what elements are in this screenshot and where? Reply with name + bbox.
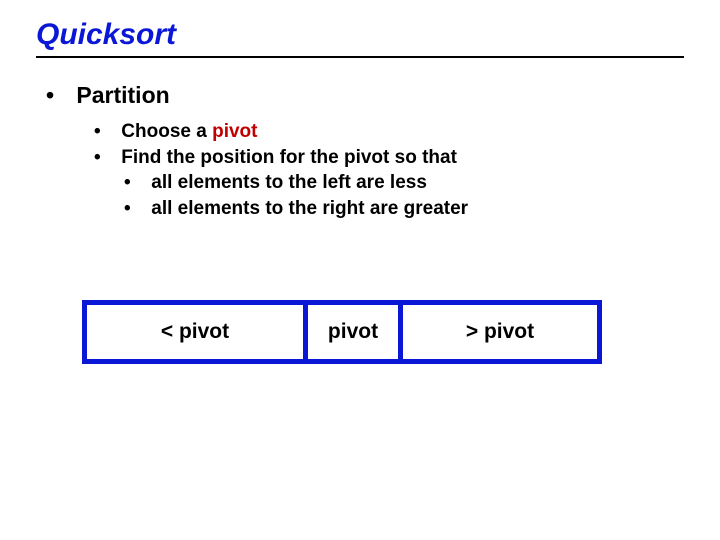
bullet-choose-pivot: Choose a pivot [94, 119, 684, 145]
bullet-right-greater-text: all elements to the right are greater [151, 198, 468, 219]
partition-diagram: < pivot pivot > pivot [82, 300, 602, 364]
pivot-keyword: pivot [212, 121, 257, 142]
bullet-right-greater: all elements to the right are greater [124, 196, 684, 222]
diagram-box-pivot: pivot [303, 300, 403, 364]
bullet-partition-text: Partition [76, 82, 169, 108]
bullet-list-level3: all elements to the left are less all el… [94, 170, 684, 221]
bullet-find-position: Find the position for the pivot so that … [94, 145, 684, 222]
bullet-partition: Partition Choose a pivot Find the positi… [46, 82, 684, 222]
slide: Quicksort Partition Choose a pivot Find … [0, 0, 720, 540]
bullet-left-less-text: all elements to the left are less [151, 172, 427, 193]
diagram-box-less-than-pivot: < pivot [82, 300, 308, 364]
bullet-list-level2: Choose a pivot Find the position for the… [46, 119, 684, 222]
bullet-list-level1: Partition Choose a pivot Find the positi… [36, 82, 684, 222]
bullet-choose-pivot-prefix: Choose a [121, 121, 212, 142]
title-underline [36, 56, 684, 58]
slide-title: Quicksort [36, 18, 684, 52]
bullet-find-position-text: Find the position for the pivot so that [121, 147, 457, 168]
diagram-box-greater-than-pivot: > pivot [398, 300, 602, 364]
bullet-left-less: all elements to the left are less [124, 170, 684, 196]
